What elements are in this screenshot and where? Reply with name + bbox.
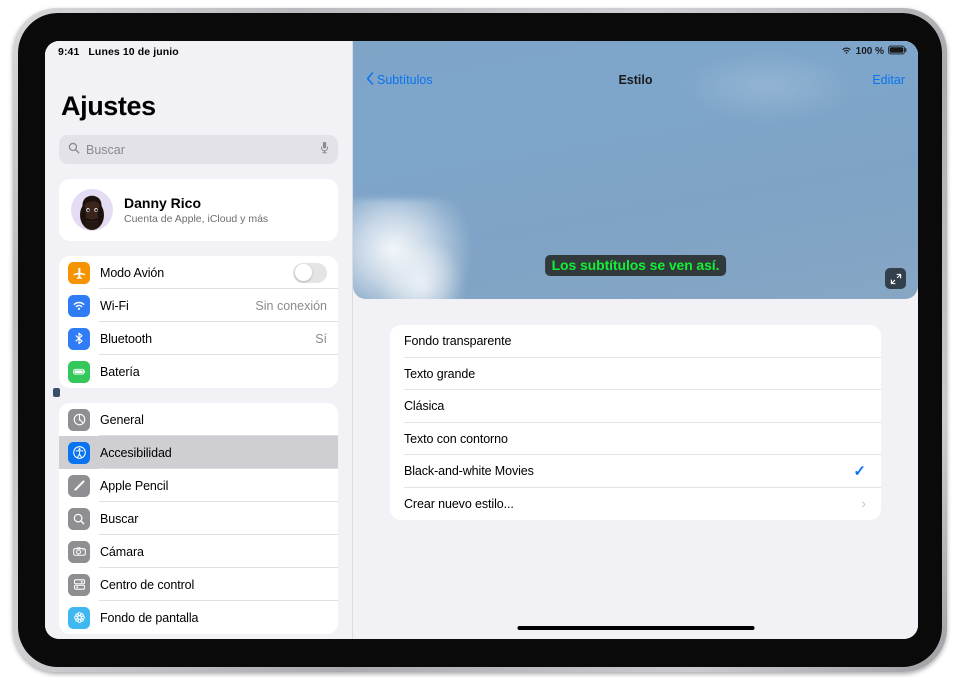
toggle-knob: [294, 264, 312, 281]
wifi-status-value: Sin conexión: [255, 298, 327, 313]
chevron-left-icon: [366, 72, 374, 88]
sidebar-item-label: Batería: [100, 364, 140, 379]
list-item-create-style[interactable]: Crear nuevo estilo... ›: [390, 488, 881, 521]
navigation-bar: Subtítulos Estilo Editar: [353, 65, 918, 95]
sidebar-item-label: Bluetooth: [100, 331, 152, 346]
profile-row[interactable]: Danny Rico Cuenta de Apple, iCloud y más: [59, 179, 338, 241]
settings-group-system: General Accesibilidad Apple Pencil Busca…: [59, 403, 338, 634]
ipad-device: 9:41 Lunes 10 de junio Ajustes Buscar Da…: [13, 8, 947, 672]
camera-icon: [68, 540, 90, 563]
option-label: Texto con contorno: [404, 431, 508, 446]
caption-preview-video: 100 % Subtítulos Estilo Editar Los subtí…: [353, 41, 918, 299]
sidebar-item-apple-pencil[interactable]: Apple Pencil: [59, 469, 338, 502]
settings-group-connectivity: Modo Avión Wi-Fi Sin conexión Bluetooth …: [59, 256, 338, 388]
edit-button[interactable]: Editar: [872, 73, 905, 87]
bluetooth-icon: [68, 327, 90, 350]
home-indicator[interactable]: [517, 626, 754, 630]
profile-subtitle: Cuenta de Apple, iCloud y más: [124, 212, 269, 225]
status-bar: 9:41 Lunes 10 de junio: [45, 41, 352, 63]
ipad-bezel: 9:41 Lunes 10 de junio Ajustes Buscar Da…: [18, 13, 942, 667]
sidebar-item-label: Cámara: [100, 544, 144, 559]
bluetooth-status-value: Sí: [315, 331, 327, 346]
sidebar-item-label: Buscar: [100, 511, 139, 526]
search-input[interactable]: Buscar: [59, 135, 338, 164]
sidebar-item-airplane-mode[interactable]: Modo Avión: [59, 256, 338, 289]
back-button[interactable]: Subtítulos: [366, 72, 433, 88]
wifi-icon: [841, 46, 852, 58]
list-item[interactable]: Texto grande: [390, 358, 881, 390]
search-icon: [68, 141, 80, 159]
cloud-shape-secondary: [379, 247, 465, 299]
accessibility-icon: [68, 441, 90, 464]
sidebar-item-label: Apple Pencil: [100, 478, 169, 493]
control-center-icon: [68, 573, 90, 596]
sidebar-item-buscar[interactable]: Buscar: [59, 502, 338, 535]
option-label: Clásica: [404, 399, 445, 414]
sidebar-item-general[interactable]: General: [59, 403, 338, 436]
airplane-mode-toggle[interactable]: [293, 262, 327, 283]
airplane-icon: [68, 261, 90, 284]
battery-percent-label: 100 %: [855, 46, 884, 57]
status-bar-right: 100 %: [841, 45, 907, 58]
sidebar-item-label: Fondo de pantalla: [100, 610, 199, 625]
sidebar-item-label: Centro de control: [100, 577, 195, 592]
search-icon: [68, 507, 90, 530]
profile-name: Danny Rico: [124, 194, 202, 211]
sidebar-item-camara[interactable]: Cámara: [59, 535, 338, 568]
list-item[interactable]: Texto con contorno: [390, 423, 881, 455]
sidebar-item-battery[interactable]: Batería: [59, 355, 338, 388]
option-label: Texto grande: [404, 366, 476, 381]
option-label: Fondo transparente: [404, 334, 512, 349]
caption-style-list: Fondo transparente Texto grande Clásica …: [390, 325, 881, 520]
sidebar-item-label: General: [100, 412, 144, 427]
battery-full-icon: [888, 45, 907, 58]
nav-title: Estilo: [618, 73, 653, 87]
search-container: Buscar: [45, 122, 352, 164]
profile-text: Danny Rico Cuenta de Apple, iCloud y más: [124, 194, 268, 227]
avatar: [71, 189, 113, 231]
option-label: Crear nuevo estilo...: [404, 496, 514, 511]
status-bar-time: 9:41: [58, 46, 80, 58]
list-item-selected[interactable]: Black-and-white Movies ✓: [390, 455, 881, 488]
page-title: Ajustes: [61, 91, 156, 121]
back-button-label: Subtítulos: [377, 73, 433, 87]
sidebar-item-label: Wi-Fi: [100, 298, 129, 313]
chevron-right-icon: ›: [861, 496, 866, 512]
sidebar-item-wifi[interactable]: Wi-Fi Sin conexión: [59, 289, 338, 322]
sidebar-item-accesibilidad[interactable]: Accesibilidad: [59, 436, 338, 469]
sidebar-item-fondo-de-pantalla[interactable]: Fondo de pantalla: [59, 601, 338, 634]
list-item[interactable]: Clásica: [390, 390, 881, 423]
caption-sample-text: Los subtítulos se ven así.: [544, 255, 727, 276]
sidebar-item-bluetooth[interactable]: Bluetooth Sí: [59, 322, 338, 355]
expand-arrows-icon[interactable]: [885, 268, 906, 289]
gear-icon: [68, 408, 90, 431]
status-bar-date: Lunes 10 de junio: [88, 46, 179, 58]
screen-artifact: [53, 388, 60, 397]
profile-card[interactable]: Danny Rico Cuenta de Apple, iCloud y más: [59, 179, 338, 241]
checkmark-icon: ✓: [853, 463, 866, 481]
battery-icon: [68, 360, 90, 383]
option-label: Black-and-white Movies: [404, 464, 534, 479]
ipad-screen: 9:41 Lunes 10 de junio Ajustes Buscar Da…: [45, 41, 918, 639]
sidebar-item-label: Modo Avión: [100, 265, 165, 280]
sidebar-item-centro-de-control[interactable]: Centro de control: [59, 568, 338, 601]
wallpaper-icon: [68, 606, 90, 629]
microphone-icon[interactable]: [319, 141, 330, 159]
settings-sidebar: 9:41 Lunes 10 de junio Ajustes Buscar Da…: [45, 41, 352, 639]
wifi-icon: [68, 294, 90, 317]
pencil-icon: [68, 474, 90, 497]
search-placeholder: Buscar: [86, 142, 125, 157]
sidebar-item-label: Accesibilidad: [100, 445, 172, 460]
list-item[interactable]: Fondo transparente: [390, 325, 881, 358]
detail-pane: 100 % Subtítulos Estilo Editar Los subtí…: [352, 41, 918, 639]
